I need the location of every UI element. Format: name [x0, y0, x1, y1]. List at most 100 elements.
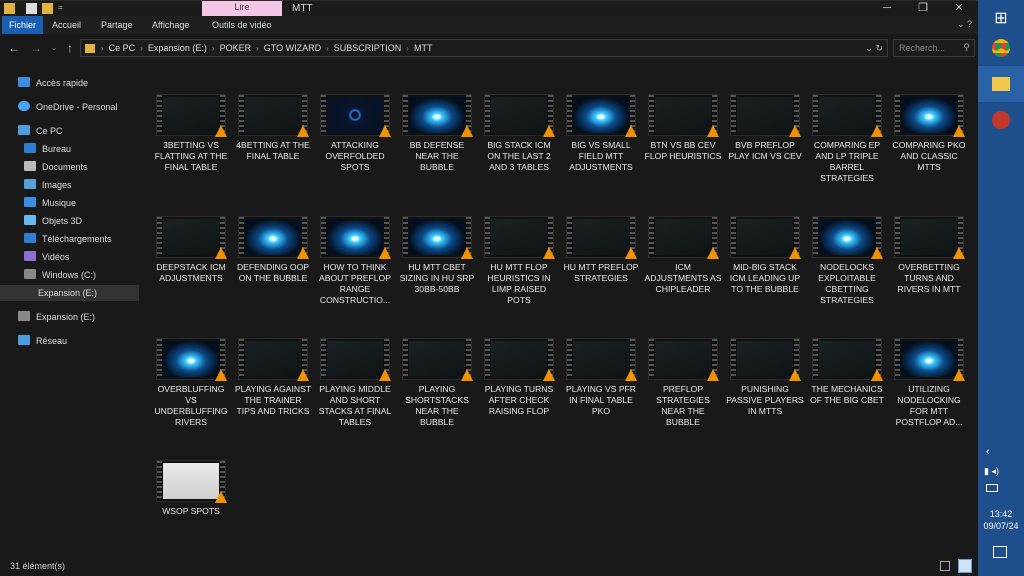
nav-ce-pc[interactable]: Ce PC	[18, 123, 63, 139]
breadcrumb-poker[interactable]: POKER	[217, 43, 255, 53]
maximize-button[interactable]: ❐	[908, 1, 938, 17]
breadcrumb-ce-pc[interactable]: Ce PC	[106, 43, 139, 53]
properties-icon[interactable]	[26, 3, 37, 14]
file-item[interactable]: BIG STACK ICM ON THE LAST 2 AND 3 TABLES	[470, 64, 555, 182]
file-item[interactable]: HU MTT PREFLOP STRATEGIES	[552, 186, 638, 304]
tab-partage[interactable]: Partage	[94, 16, 140, 34]
video-thumbnail	[402, 94, 473, 137]
nav-windows-c[interactable]: Windows (C:)	[24, 267, 96, 283]
video-thumbnail	[730, 94, 801, 137]
search-input[interactable]: Recherch... ⚲	[893, 39, 975, 57]
file-item[interactable]: ATTACKING OVERFOLDED SPOTS	[306, 64, 391, 182]
nav-videos[interactable]: Vidéos	[24, 249, 69, 265]
nav-expansion-e[interactable]: Expansion (E:)	[18, 309, 95, 325]
file-item[interactable]: PLAYING VS PFR IN FINAL TABLE PKO	[552, 308, 637, 426]
battery-icon[interactable]	[986, 484, 998, 492]
windows-icon: ⊞	[994, 10, 1008, 27]
file-item[interactable]: PLAYING SHORTSTACKS NEAR THE BUBBLE	[388, 308, 473, 427]
large-icons-view-icon[interactable]	[958, 559, 972, 573]
explorer-button[interactable]	[978, 66, 1024, 102]
file-item[interactable]: PLAYING TURNS AFTER CHECK RAISING FLOP	[470, 308, 555, 426]
file-name: ICM ADJUSTMENTS AS CHIPLEADER	[644, 262, 722, 294]
file-item[interactable]: BVB PREFLOP PLAY ICM VS CEV	[716, 64, 802, 182]
file-item[interactable]: OVERBETTING TURNS AND RIVERS IN MTT	[880, 186, 965, 304]
file-item[interactable]: MID-BIG STACK ICM LEADING UP TO THE BUBB…	[716, 186, 801, 304]
file-item[interactable]: HU MTT FLOP HEURISTICS IN LIMP RAISED PO…	[470, 186, 555, 305]
system-clock[interactable]: 13:42 09/07/24	[978, 508, 1024, 532]
app-button[interactable]	[978, 102, 1024, 138]
video-thumbnail	[156, 460, 227, 503]
video-thumbnail	[484, 216, 555, 259]
tab-fichier[interactable]: Fichier	[2, 16, 44, 34]
nav-acces-rapide[interactable]: Accès rapide	[18, 75, 88, 91]
refresh-icon[interactable]: ⌄ ↻	[865, 43, 887, 54]
new-folder-icon[interactable]	[42, 3, 53, 14]
file-item[interactable]: THE MECHANICS OF THE BIG CBET	[798, 308, 884, 426]
address-bar[interactable]: › Ce PC › Expansion (E:) › POKER › GTO W…	[80, 39, 888, 57]
customize-toolbar-icon[interactable]: =	[58, 3, 66, 14]
chrome-button[interactable]	[978, 30, 1024, 66]
file-item[interactable]: WSOP SPOTS	[142, 430, 227, 548]
file-item[interactable]: NODELOCKS EXPLOITABLE CBETTING STRATEGIE…	[798, 186, 883, 305]
file-item[interactable]: DEEPSTACK ICM ADJUSTMENTS	[142, 186, 227, 304]
file-name: DEFENDING OOP ON THE BUBBLE	[236, 262, 310, 283]
file-item[interactable]: PLAYING MIDDLE AND SHORT STACKS AT FINAL…	[306, 308, 391, 427]
file-item[interactable]: OVERBLUFFING VS UNDERBLUFFING RIVERS	[142, 308, 228, 427]
nav-images[interactable]: Images	[24, 177, 72, 193]
nav-documents[interactable]: Documents	[24, 159, 88, 175]
file-item[interactable]: HU MTT CBET SIZING IN HU SRP 30BB-50BB	[388, 186, 474, 304]
vlc-icon	[215, 491, 227, 503]
breadcrumb-expansion[interactable]: Expansion (E:)	[145, 43, 210, 53]
file-item[interactable]: BIG VS SMALL FIELD MTT ADJUSTMENTS	[552, 64, 637, 182]
file-item[interactable]: 4BETTING AT THE FINAL TABLE	[224, 64, 310, 182]
microphone-icon[interactable]: ▮ ◂)	[984, 466, 999, 477]
tab-accueil[interactable]: Accueil	[45, 16, 88, 34]
close-button[interactable]: ✕	[944, 1, 974, 17]
video-thumbnail	[238, 338, 309, 381]
file-item[interactable]: HOW TO THINK ABOUT PREFLOP RANGE CONSTRU…	[306, 186, 391, 305]
video-thumbnail	[238, 216, 309, 259]
nav-musique[interactable]: Musique	[24, 195, 76, 211]
nav-bureau[interactable]: Bureau	[24, 141, 71, 157]
file-item[interactable]: DEFENDING OOP ON THE BUBBLE	[224, 186, 309, 304]
ribbon-expand-icon[interactable]: ⌄ ?	[957, 19, 972, 30]
up-button[interactable]: ↑	[62, 40, 78, 56]
file-item[interactable]: COMPARING PKO AND CLASSIC MTTS	[880, 64, 965, 182]
video-thumbnail	[484, 338, 555, 381]
file-item[interactable]: PREFLOP STRATEGIES NEAR THE BUBBLE	[634, 308, 719, 427]
file-item[interactable]: BTN VS BB CEV FLOP HEURISTICS	[634, 64, 721, 182]
file-item[interactable]: ICM ADJUSTMENTS AS CHIPLEADER	[634, 186, 721, 304]
video-thumbnail	[566, 216, 637, 259]
breadcrumb-mtt[interactable]: MTT	[411, 43, 436, 53]
music-icon	[24, 197, 36, 207]
tab-lire[interactable]: Lire	[202, 1, 282, 17]
nav-expansion-e-selected[interactable]: Expansion (E:)	[0, 285, 139, 301]
notifications-icon[interactable]	[993, 546, 1007, 558]
file-item[interactable]: 3BETTING VS FLATTING AT THE FINAL TABLE	[142, 64, 227, 182]
drive-icon	[18, 311, 30, 321]
folder-icon	[24, 143, 36, 153]
video-thumbnail	[812, 94, 883, 137]
file-item[interactable]: PUNISHING PASSIVE PLAYERS IN MTTS	[716, 308, 804, 426]
recent-locations-icon[interactable]: ⌄	[46, 40, 62, 56]
file-item[interactable]: COMPARING EP AND LP TRIPLE BARREL STRATE…	[798, 64, 883, 183]
minimize-button[interactable]: ─	[872, 1, 902, 17]
back-button[interactable]: ←	[6, 40, 22, 56]
file-item[interactable]: BB DEFENSE NEAR THE BUBBLE	[388, 64, 473, 182]
vlc-icon	[953, 125, 965, 137]
nav-telechargements[interactable]: Téléchargements	[24, 231, 112, 247]
file-item[interactable]: PLAYING AGAINST THE TRAINER TIPS AND TRI…	[224, 308, 311, 426]
star-icon	[18, 77, 30, 87]
breadcrumb-subscription[interactable]: SUBSCRIPTION	[331, 43, 405, 53]
tab-outils-de-video[interactable]: Outils de vidéo	[205, 16, 279, 34]
breadcrumb-gto-wizard[interactable]: GTO WIZARD	[261, 43, 324, 53]
video-thumbnail	[320, 216, 391, 259]
forward-button[interactable]: →	[28, 40, 44, 56]
nav-onedrive[interactable]: OneDrive - Personal	[18, 99, 118, 115]
details-view-icon[interactable]	[940, 561, 950, 571]
tab-affichage[interactable]: Affichage	[145, 16, 196, 34]
nav-reseau[interactable]: Réseau	[18, 333, 67, 349]
chevron-left-icon[interactable]: ‹	[986, 446, 990, 458]
nav-objets-3d[interactable]: Objets 3D	[24, 213, 82, 229]
file-item[interactable]: UTILIZING NODELOCKING FOR MTT POSTFLOP A…	[880, 308, 965, 427]
